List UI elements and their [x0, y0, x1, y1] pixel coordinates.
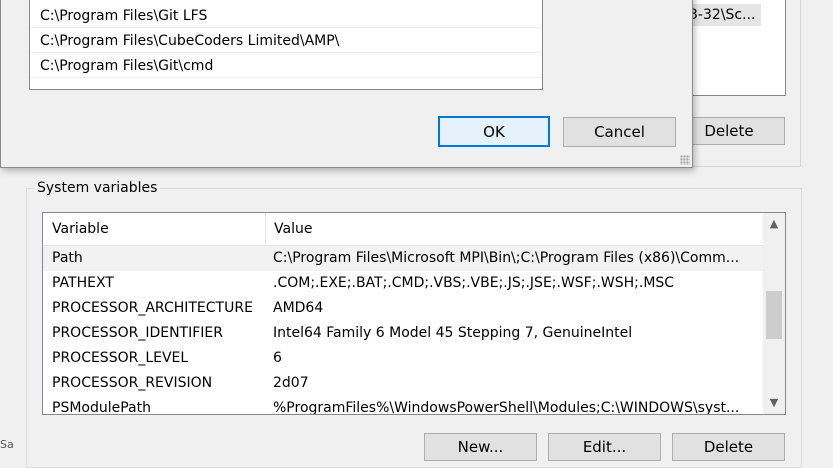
cancel-button[interactable]: Cancel [563, 117, 676, 147]
delete-system-variable-button[interactable]: Delete [672, 433, 785, 461]
path-entry[interactable]: C:\Program Files\Git LFS [31, 4, 541, 28]
column-header-variable[interactable]: Variable [43, 213, 265, 245]
variable-name: Path [52, 250, 83, 266]
group-frame-line [800, 0, 801, 166]
column-header-value[interactable]: Value [265, 213, 763, 245]
list-header: Variable Value [43, 213, 763, 246]
left-edge-text: Sa [0, 438, 14, 451]
ok-button[interactable]: OK [438, 116, 550, 147]
system-variables-list[interactable]: Variable Value Path C:\Program Files\Mic… [42, 212, 786, 415]
path-entry[interactable]: C:\Program Files\CubeCoders Limited\AMP\ [31, 29, 541, 53]
variable-name: PROCESSOR_IDENTIFIER [52, 325, 223, 341]
edit-environment-variable-dialog: C:\Program Files\Git LFS C:\Program File… [0, 0, 693, 168]
path-entry[interactable]: C:\Program Files\Git\cmd [31, 54, 541, 78]
table-row[interactable]: PATHEXT .COM;.EXE;.BAT;.CMD;.VBS;.VBE;.J… [43, 271, 763, 296]
table-row[interactable]: PROCESSOR_IDENTIFIER Intel64 Family 6 Mo… [43, 321, 763, 346]
variable-name: PATHEXT [52, 275, 114, 291]
variable-name: PROCESSOR_REVISION [52, 375, 213, 391]
resize-grip-icon[interactable] [680, 155, 690, 165]
table-row[interactable]: PROCESSOR_LEVEL 6 [43, 346, 763, 371]
variable-value: 6 [273, 350, 282, 366]
group-frame-line [690, 166, 801, 167]
chevron-down-icon[interactable]: ▼ [763, 392, 785, 414]
vertical-scrollbar[interactable]: ▲ ▼ [763, 213, 785, 414]
variable-value: C:\Program Files\Microsoft MPI\Bin\;C:\P… [273, 250, 740, 266]
variable-name: PROCESSOR_ARCHITECTURE [52, 300, 253, 316]
path-entries-list[interactable]: C:\Program Files\Git LFS C:\Program File… [29, 0, 543, 90]
chevron-up-icon[interactable]: ▲ [763, 213, 785, 235]
variable-value: .COM;.EXE;.BAT;.CMD;.VBS;.VBE;.JS;.JSE;.… [273, 275, 675, 291]
system-variables-rows: Path C:\Program Files\Microsoft MPI\Bin\… [43, 246, 763, 415]
variable-value: 2d07 [273, 375, 309, 391]
variable-value: AMD64 [273, 300, 324, 316]
table-row[interactable]: Path C:\Program Files\Microsoft MPI\Bin\… [43, 246, 763, 271]
variable-value: Intel64 Family 6 Model 45 Stepping 7, Ge… [273, 325, 633, 341]
variable-name: PROCESSOR_LEVEL [52, 350, 189, 366]
edit-system-variable-button[interactable]: Edit... [548, 433, 661, 461]
table-row[interactable]: PROCESSOR_ARCHITECTURE AMD64 [43, 296, 763, 321]
system-variables-label: System variables [34, 179, 161, 197]
table-row[interactable]: PSModulePath %ProgramFiles%\WindowsPower… [43, 396, 763, 415]
new-system-variable-button[interactable]: New... [424, 433, 537, 461]
user-variables-list[interactable]: 3-32\Sc... [686, 0, 786, 96]
scrollbar-thumb[interactable] [766, 291, 782, 339]
variable-name: PSModulePath [52, 400, 151, 415]
user-variable-value-partial[interactable]: 3-32\Sc... [687, 4, 761, 26]
table-row[interactable]: PROCESSOR_REVISION 2d07 [43, 371, 763, 396]
variable-value: %ProgramFiles%\WindowsPowerShell\Modules… [273, 400, 740, 415]
